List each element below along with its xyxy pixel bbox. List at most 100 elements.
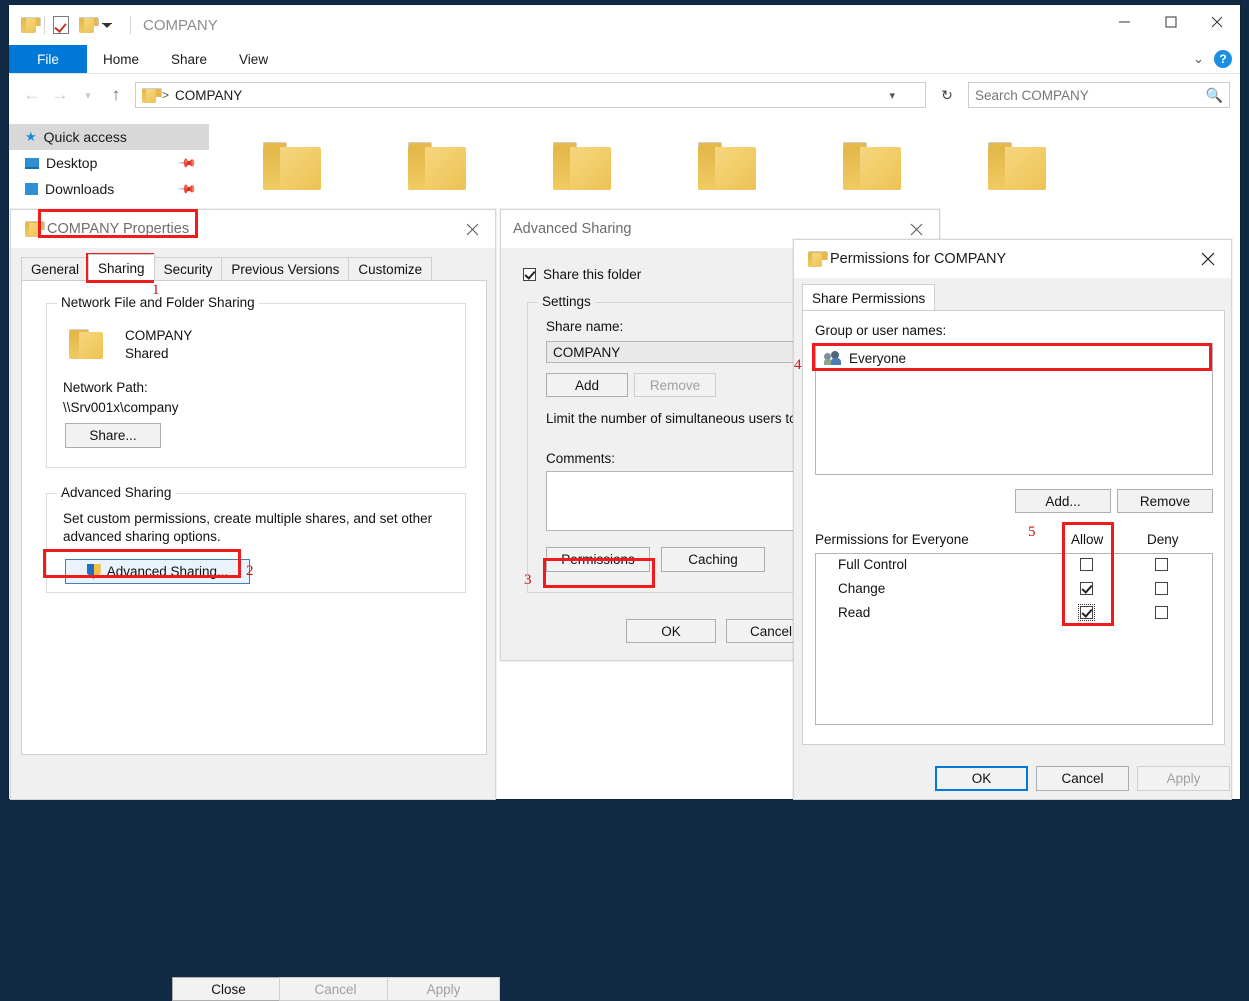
caching-button[interactable]: Caching (661, 547, 765, 572)
cancel-button: Cancel (279, 977, 392, 1001)
add-share-button[interactable]: Add (546, 373, 628, 397)
pin-icon[interactable]: 📌 (177, 179, 197, 199)
folder-icon (552, 142, 611, 190)
annotation-number: 5 (1028, 524, 1036, 540)
dialog-title-bar: Permissions for COMPANY (794, 240, 1231, 278)
divider (44, 16, 45, 34)
sidebar-item-label: Downloads (45, 181, 115, 197)
help-icon[interactable]: ? (1214, 50, 1232, 68)
folder-icon (407, 142, 466, 190)
allow-checkbox-change[interactable] (1080, 582, 1093, 595)
list-item[interactable] (944, 134, 1089, 252)
chevron-down-icon[interactable]: ▾ (889, 89, 895, 102)
group-user-list[interactable]: Everyone (815, 343, 1213, 475)
tab-general[interactable]: General (21, 257, 90, 281)
share-this-folder-checkbox[interactable]: Share this folder (523, 267, 641, 282)
search-input[interactable]: Search COMPANY 🔍 (968, 82, 1230, 108)
recent-locations-icon[interactable]: ▾ (75, 82, 101, 108)
close-icon[interactable] (1194, 5, 1240, 39)
deny-checkbox-read[interactable] (1155, 606, 1168, 619)
permission-name: Read (838, 605, 871, 620)
pin-icon[interactable]: 📌 (177, 153, 197, 173)
close-icon[interactable] (1185, 240, 1231, 278)
permissions-for-label: Permissions for Everyone (815, 532, 969, 547)
advanced-sharing-group: Advanced Sharing Set custom permissions,… (46, 485, 466, 593)
ok-button[interactable]: OK (626, 619, 716, 643)
address-input[interactable]: > COMPANY ▾ (135, 82, 926, 108)
folder-icon (842, 142, 901, 190)
share-permissions-panel: Group or user names: Everyone Add... Rem… (802, 310, 1225, 745)
permissions-tabstrip: Share Permissions (794, 284, 1231, 310)
ok-button[interactable]: OK (935, 766, 1028, 791)
tab-customize[interactable]: Customize (348, 257, 433, 281)
up-icon[interactable]: ↑ (103, 82, 129, 108)
advanced-sharing-button-label: Advanced Sharing... (106, 564, 229, 579)
refresh-icon[interactable]: ↻ (934, 82, 960, 108)
chevron-down-icon[interactable] (102, 22, 112, 28)
shared-status: Shared (125, 346, 169, 361)
qat-folder-icon[interactable] (79, 16, 99, 34)
dialog-title: Permissions for COMPANY (830, 251, 1007, 267)
comments-label: Comments: (546, 451, 616, 466)
chevron-down-icon[interactable]: ⌄ (1193, 51, 1204, 67)
tab-share[interactable]: Share (155, 45, 223, 73)
permissions-button[interactable]: Permissions (546, 547, 650, 572)
table-row[interactable]: Change (816, 578, 1212, 602)
group-entry-label: Everyone (849, 350, 907, 366)
remove-user-button[interactable]: Remove (1117, 489, 1213, 513)
table-row[interactable]: Full Control (816, 554, 1212, 578)
tab-previous-versions[interactable]: Previous Versions (221, 257, 350, 281)
network-file-sharing-group: Network File and Folder Sharing COMPANY … (46, 295, 466, 468)
tab-share-permissions[interactable]: Share Permissions (802, 284, 936, 310)
sidebar-item-label: Quick access (43, 129, 127, 145)
sidebar-item-desktop[interactable]: Desktop 📌 (9, 150, 209, 176)
breadcrumb[interactable]: COMPANY (175, 88, 242, 103)
dialog-title: COMPANY Properties (47, 221, 190, 237)
folder-icon (142, 87, 162, 103)
sharing-tab-panel: Network File and Folder Sharing COMPANY … (21, 280, 487, 755)
tab-file[interactable]: File (9, 45, 87, 73)
annotation-number: 1 (152, 282, 160, 298)
shield-icon (86, 564, 101, 579)
deny-checkbox-full-control[interactable] (1155, 558, 1168, 571)
forward-icon[interactable]: → (47, 82, 73, 108)
list-item[interactable]: Everyone (816, 344, 1212, 368)
allow-checkbox-read[interactable] (1078, 604, 1095, 621)
table-row[interactable]: Read (816, 602, 1212, 626)
back-icon[interactable]: ← (19, 82, 45, 108)
minimize-icon[interactable] (1102, 5, 1148, 39)
folder-icon (21, 16, 41, 34)
cancel-button[interactable]: Cancel (1036, 766, 1129, 791)
advanced-sharing-description: Set custom permissions, create multiple … (63, 511, 433, 544)
tab-home[interactable]: Home (87, 45, 155, 73)
maximize-icon[interactable] (1148, 5, 1194, 39)
sidebar-item-quick-access[interactable]: ★ Quick access (9, 124, 209, 150)
close-icon[interactable] (449, 210, 495, 248)
search-icon[interactable]: 🔍 (1206, 87, 1223, 104)
star-icon: ★ (25, 129, 37, 144)
divider (130, 16, 131, 34)
checkbox-icon[interactable] (523, 268, 536, 281)
sidebar-item-downloads[interactable]: Downloads 📌 (9, 176, 209, 202)
breadcrumb-separator: > (162, 88, 170, 102)
folder-icon (69, 329, 103, 359)
tab-view[interactable]: View (223, 45, 284, 73)
tab-sharing[interactable]: Sharing (88, 254, 155, 280)
permissions-dialog: Permissions for COMPANY Share Permission… (793, 239, 1232, 800)
folder-icon (987, 142, 1046, 190)
permissions-table[interactable]: Full Control Change Read (815, 553, 1213, 725)
allow-checkbox-full-control[interactable] (1080, 558, 1093, 571)
group-legend: Advanced Sharing (57, 485, 176, 500)
advanced-sharing-button[interactable]: Advanced Sharing... (65, 559, 250, 584)
tab-security[interactable]: Security (153, 257, 223, 281)
share-button[interactable]: Share... (65, 423, 161, 448)
share-name-value: COMPANY (553, 344, 621, 360)
explorer-title-bar: COMPANY (9, 5, 1240, 45)
properties-tabstrip: General Sharing Security Previous Versio… (11, 254, 495, 281)
search-placeholder: Search COMPANY (975, 87, 1089, 103)
deny-checkbox-change[interactable] (1155, 582, 1168, 595)
close-button[interactable]: Close (172, 977, 285, 1001)
users-group-icon (824, 351, 841, 365)
add-user-button[interactable]: Add... (1015, 489, 1111, 513)
checkmark-document-icon[interactable] (53, 16, 69, 34)
